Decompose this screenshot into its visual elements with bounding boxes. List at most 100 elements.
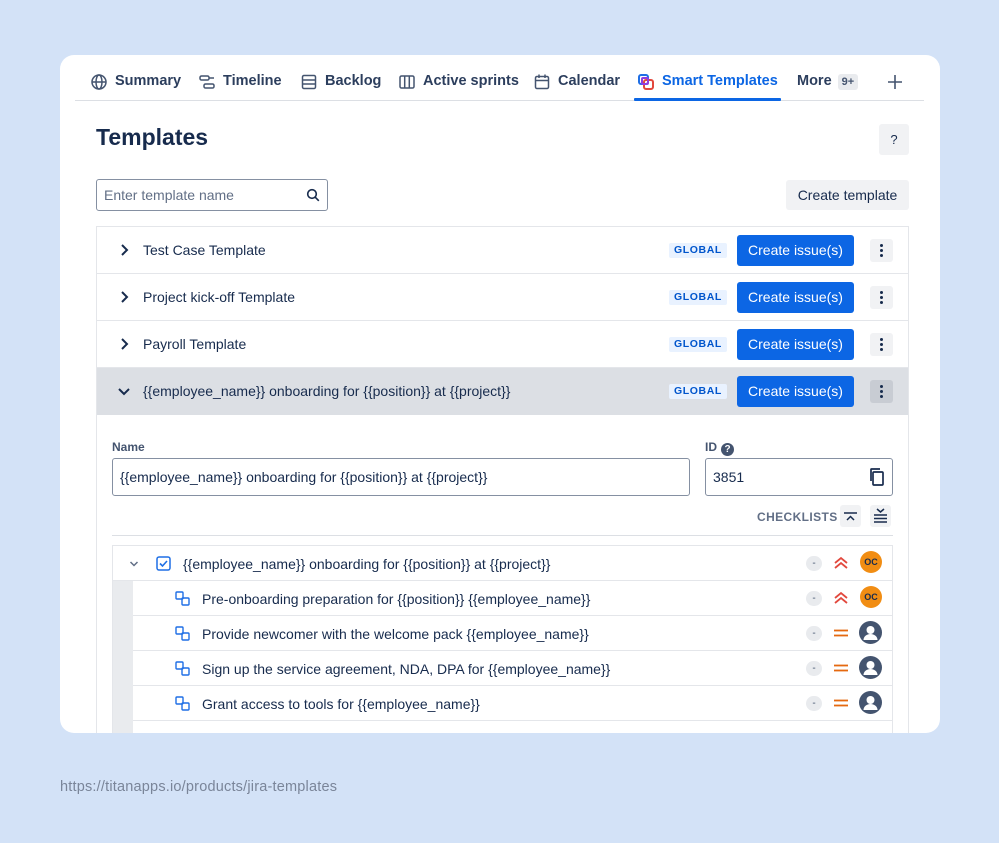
tab-label: Smart Templates (662, 73, 778, 89)
create-issues-button[interactable]: Create issue(s) (737, 282, 854, 313)
project-tabs: Summary Timeline Backlog Active sprints … (75, 55, 924, 101)
scope-badge: GLOBAL (669, 243, 727, 258)
template-row[interactable]: Project kick-off Template GLOBAL Create … (97, 274, 908, 321)
tab-timeline[interactable]: Timeline (198, 73, 282, 101)
more-actions-button[interactable] (870, 333, 893, 356)
tab-label: Calendar (558, 73, 621, 89)
search-icon[interactable] (306, 188, 320, 202)
avatar[interactable]: OC (860, 551, 882, 573)
backlog-icon (301, 74, 317, 90)
create-template-button[interactable]: Create template (786, 180, 909, 210)
status-pill[interactable]: - (806, 556, 822, 571)
tab-label: Active sprints (423, 73, 519, 89)
priority-medium-icon (834, 629, 848, 637)
divider (112, 535, 893, 536)
checklist-tree: {{employee_name}} onboarding for {{posit… (112, 545, 893, 733)
calendar-icon (534, 74, 550, 90)
template-name: Payroll Template (143, 336, 247, 352)
name-label: Name (112, 440, 145, 454)
collapse-all-button[interactable] (840, 505, 861, 527)
source-url: https://titanapps.io/products/jira-templ… (60, 779, 338, 795)
tab-backlog[interactable]: Backlog (300, 73, 381, 101)
priority-highest-icon (834, 556, 848, 569)
vertical-dots-icon (880, 244, 883, 257)
template-id-field[interactable]: 3851 (705, 458, 893, 496)
page-title: Templates (96, 124, 209, 150)
create-issues-button[interactable]: Create issue(s) (737, 235, 854, 266)
template-details: Name {{employee_name}} onboarding for {{… (97, 414, 908, 733)
more-actions-button[interactable] (870, 380, 893, 403)
expand-all-button[interactable] (870, 505, 891, 527)
tab-summary[interactable]: Summary (90, 73, 181, 101)
chevron-right-icon[interactable] (117, 290, 131, 304)
checklist-row[interactable]: Sign up the service agreement, NDA, DPA … (133, 651, 892, 686)
tab-label: Timeline (223, 73, 282, 89)
template-search (96, 179, 328, 211)
status-pill[interactable]: - (806, 661, 822, 676)
more-actions-button[interactable] (870, 239, 893, 262)
tab-smart-templates[interactable]: Smart Templates (634, 73, 781, 101)
checklist-row[interactable]: Provide newcomer with the welcome pack {… (133, 616, 892, 651)
more-count-badge: 9+ (837, 74, 859, 90)
status-pill[interactable]: - (806, 626, 822, 641)
unassigned-user-icon[interactable] (859, 656, 882, 679)
subtask-icon (175, 696, 190, 711)
task-checkbox-icon (156, 556, 171, 571)
checklist-row[interactable]: Grant access to tools for {{employee_nam… (133, 686, 892, 721)
tab-label: More (797, 73, 832, 89)
collapse-icon (844, 512, 857, 521)
scope-badge: GLOBAL (669, 337, 727, 352)
subtask-icon (175, 626, 190, 641)
tab-label: Backlog (325, 73, 382, 89)
status-pill[interactable]: - (806, 591, 822, 606)
tab-active-sprints[interactable]: Active sprints (398, 73, 519, 101)
create-issues-button[interactable]: Create issue(s) (737, 376, 854, 407)
main-card: Summary Timeline Backlog Active sprints … (60, 55, 940, 733)
subtask-icon (175, 591, 190, 606)
copy-icon[interactable] (868, 467, 886, 487)
id-label: ID (705, 440, 717, 454)
globe-icon (91, 74, 107, 90)
board-icon (399, 75, 415, 89)
add-tab-button[interactable] (885, 73, 905, 95)
smart-templates-icon (638, 74, 654, 90)
help-button[interactable]: ? (879, 124, 909, 155)
checklist-item-text: {{employee_name}} onboarding for {{posit… (183, 556, 551, 572)
scope-badge: GLOBAL (669, 384, 727, 399)
scope-badge: GLOBAL (669, 290, 727, 305)
tab-more[interactable]: More 9+ (797, 73, 859, 101)
vertical-dots-icon (880, 338, 883, 351)
more-actions-button[interactable] (870, 286, 893, 309)
template-name: Project kick-off Template (143, 289, 295, 305)
chevron-right-icon[interactable] (117, 243, 131, 257)
checklist-row[interactable]: Pre-onboarding preparation for {{positio… (133, 581, 892, 616)
template-row[interactable]: Payroll Template GLOBAL Create issue(s) (97, 321, 908, 368)
template-name: {{employee_name}} onboarding for {{posit… (143, 383, 511, 399)
template-row[interactable]: Test Case Template GLOBAL Create issue(s… (97, 227, 908, 274)
chevron-right-icon[interactable] (117, 337, 131, 351)
template-name-field[interactable]: {{employee_name}} onboarding for {{posit… (112, 458, 690, 496)
chevron-down-icon[interactable] (117, 384, 131, 398)
template-row-expanded[interactable]: {{employee_name}} onboarding for {{posit… (97, 368, 908, 415)
vertical-dots-icon (880, 291, 883, 304)
tab-calendar[interactable]: Calendar (533, 73, 620, 101)
checklist-row-parent[interactable]: {{employee_name}} onboarding for {{posit… (113, 546, 892, 581)
template-id-value: 3851 (713, 469, 745, 485)
id-label-wrap: ID? (705, 440, 734, 456)
priority-medium-icon (834, 699, 848, 707)
checklist-item-text: Pre-onboarding preparation for {{positio… (202, 591, 591, 607)
template-name: Test Case Template (143, 242, 266, 258)
avatar[interactable]: OC (860, 586, 882, 608)
unassigned-user-icon[interactable] (859, 621, 882, 644)
chevron-down-icon[interactable] (129, 559, 139, 569)
indent-gutter (113, 581, 133, 733)
unassigned-user-icon[interactable] (859, 691, 882, 714)
help-icon[interactable]: ? (721, 443, 734, 456)
create-issues-button[interactable]: Create issue(s) (737, 329, 854, 360)
subtask-icon (175, 661, 190, 676)
checklist-item-text: Provide newcomer with the welcome pack {… (202, 626, 589, 642)
search-input[interactable] (97, 180, 297, 210)
checklist-item-text: Sign up the service agreement, NDA, DPA … (202, 661, 611, 677)
status-pill[interactable]: - (806, 696, 822, 711)
priority-medium-icon (834, 664, 848, 672)
